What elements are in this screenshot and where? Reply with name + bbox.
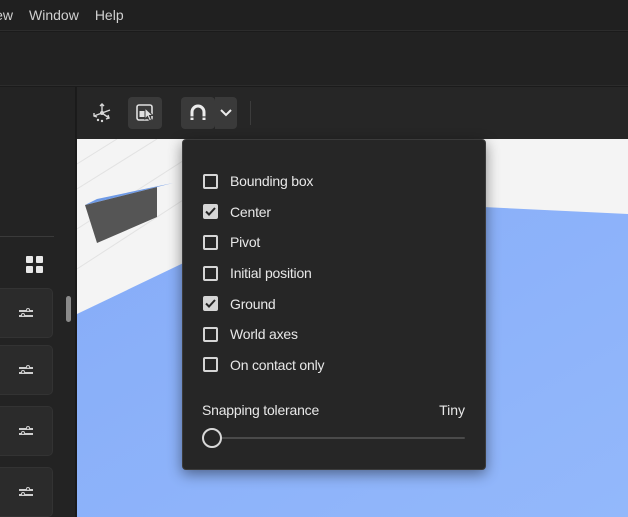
checkbox-ground[interactable] (203, 296, 218, 312)
checkmark-icon (205, 299, 216, 309)
sliders-icon[interactable] (19, 486, 33, 498)
option-ground[interactable]: Ground (203, 288, 324, 319)
chevron-down-icon[interactable] (215, 97, 237, 129)
checkbox-on-contact-only[interactable] (203, 357, 218, 373)
grid-icon[interactable] (26, 256, 44, 274)
option-bounding-box[interactable]: Bounding box (203, 166, 324, 197)
viewport-toolbar (77, 87, 628, 139)
option-label: Pivot (230, 234, 261, 251)
menubar: iew Window Help (0, 0, 628, 31)
menu-help[interactable]: Help (95, 7, 124, 23)
option-label: On contact only (230, 356, 325, 373)
list-item[interactable] (0, 406, 53, 456)
option-label: Ground (230, 295, 276, 312)
snapping-tolerance-label: Snapping tolerance (202, 402, 320, 418)
toolbar-separator (250, 101, 251, 125)
snapping-popover: Bounding box Center Pivot Initial positi… (182, 139, 486, 470)
checkbox-world-axes[interactable] (203, 326, 218, 342)
option-center[interactable]: Center (203, 197, 324, 228)
list-item[interactable] (0, 467, 53, 517)
sliders-icon[interactable] (19, 364, 33, 376)
option-initial-position[interactable]: Initial position (203, 258, 324, 289)
panel-divider (0, 236, 54, 237)
top-toolbar (0, 32, 628, 86)
checkbox-center[interactable] (203, 204, 218, 220)
menu-view[interactable]: iew (0, 7, 13, 23)
checkbox-pivot[interactable] (203, 234, 218, 250)
select-object-icon[interactable] (128, 97, 162, 129)
magnet-snap-icon[interactable] (181, 97, 215, 129)
list-item[interactable] (0, 345, 53, 395)
checkbox-bounding-box[interactable] (203, 173, 218, 189)
snapping-tolerance-value: Tiny (439, 402, 465, 418)
panel-scrollbar[interactable] (66, 296, 71, 322)
left-panel (0, 87, 76, 517)
slider-track[interactable] (212, 437, 465, 439)
option-world-axes[interactable]: World axes (203, 319, 324, 350)
transform-gizmo-icon[interactable] (85, 97, 119, 129)
option-label: Bounding box (230, 173, 314, 190)
snapping-tolerance-slider[interactable] (202, 428, 467, 448)
list-item[interactable] (0, 288, 53, 338)
option-on-contact-only[interactable]: On contact only (203, 350, 324, 381)
option-pivot[interactable]: Pivot (203, 227, 324, 258)
sliders-icon[interactable] (19, 425, 33, 437)
snap-options-list: Bounding box Center Pivot Initial positi… (203, 166, 324, 380)
option-label: Center (230, 203, 271, 220)
menu-window[interactable]: Window (29, 7, 79, 23)
option-label: Initial position (230, 265, 312, 282)
sliders-icon[interactable] (19, 307, 33, 319)
option-label: World axes (230, 326, 298, 343)
checkmark-icon (205, 207, 216, 217)
checkbox-initial-position[interactable] (203, 265, 218, 281)
slider-thumb[interactable] (202, 428, 222, 448)
